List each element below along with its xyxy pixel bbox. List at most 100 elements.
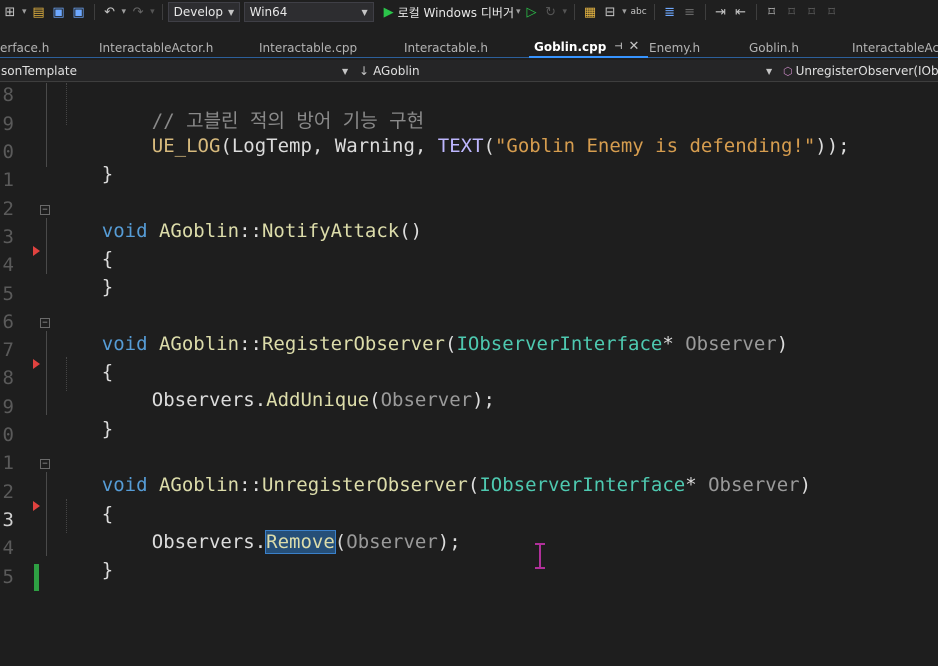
- undo-icon[interactable]: ↶: [101, 4, 119, 20]
- project-items-icon[interactable]: ⊞: [1, 4, 19, 20]
- tab-enemy-h[interactable]: Enemy.h: [648, 37, 749, 58]
- tab-goblin-h[interactable]: Goblin.h: [749, 37, 852, 58]
- code-function: RegisterObserver: [261, 333, 445, 355]
- tab-label: Goblin.cpp: [534, 39, 607, 54]
- code-token: ::: [239, 333, 262, 355]
- line-number: 5: [2, 566, 14, 588]
- code-type: IObserverInterface: [479, 474, 686, 496]
- toggle-comment-icon[interactable]: ≡: [681, 4, 699, 20]
- tab-interactable-actor-cpp[interactable]: InteractableAct: [852, 37, 938, 58]
- line-number: 6: [2, 311, 14, 333]
- code-token: (: [220, 135, 232, 157]
- code-token: );: [472, 389, 495, 411]
- project-dropdown[interactable]: sonTemplate: [0, 60, 350, 82]
- code-token: Observers.: [151, 389, 267, 411]
- selected-text[interactable]: Remove: [265, 530, 336, 554]
- text-cursor-icon: [535, 543, 545, 569]
- breakpoint-marker[interactable]: [33, 501, 40, 511]
- code-token: (: [467, 474, 480, 496]
- code-function: UnregisterObserver: [261, 474, 468, 496]
- tab-observer-interface-h[interactable]: erface.h: [0, 37, 97, 58]
- chevron-down-icon[interactable]: ▾: [563, 7, 568, 17]
- save-icon[interactable]: ▣: [50, 4, 68, 20]
- toolbar-divider: [161, 4, 163, 20]
- scope-name: AGoblin: [373, 64, 420, 78]
- start-without-debugging-icon[interactable]: ▷: [527, 5, 537, 20]
- prev-bookmark-icon[interactable]: ⌑: [783, 4, 801, 20]
- chevron-down-icon[interactable]: ▾: [516, 7, 521, 17]
- chevron-down-icon[interactable]: ▼: [342, 67, 348, 76]
- close-icon[interactable]: ✕: [629, 39, 640, 54]
- code-token: }: [101, 276, 114, 298]
- line-number: 1: [2, 169, 14, 191]
- line-number: 8: [2, 84, 14, 106]
- configuration-value: Develop: [173, 5, 223, 19]
- collapse-icon[interactable]: −: [40, 318, 50, 328]
- line-number: 1: [2, 452, 14, 474]
- line-number: 0: [2, 424, 14, 446]
- redo-icon[interactable]: ↷: [129, 4, 147, 20]
- code-function: NotifyAttack: [261, 220, 400, 242]
- collapse-icon[interactable]: −: [40, 205, 50, 215]
- method-icon: ⬡: [783, 64, 793, 78]
- scope-arrow-icon: ↓: [359, 64, 370, 78]
- format-document-icon[interactable]: ≣: [661, 4, 679, 20]
- chevron-down-icon[interactable]: ▾: [22, 7, 27, 17]
- tab-label: Interactable.cpp: [259, 40, 358, 55]
- chevron-down-icon[interactable]: ▾: [122, 7, 127, 17]
- chevron-down-icon[interactable]: ▼: [766, 67, 772, 76]
- tab-interactable-cpp[interactable]: Interactable.cpp: [258, 37, 401, 58]
- code-token: }: [101, 163, 114, 185]
- platform-select[interactable]: Win64 ▼: [243, 2, 374, 22]
- line-number: 0: [2, 141, 14, 163]
- code-editor[interactable]: 8 9 0 1 2 3 4 5 6 7 8 9 0 1 2 3 4 5 − − …: [0, 83, 938, 666]
- tab-label: Interactable.h: [404, 40, 488, 55]
- code-token: ): [799, 474, 812, 496]
- configuration-select[interactable]: Develop ▼: [167, 2, 240, 22]
- code-token: }: [101, 418, 114, 440]
- code-function: AddUnique: [266, 389, 370, 411]
- tab-label: Enemy.h: [649, 40, 701, 55]
- code-line: }: [56, 537, 113, 603]
- tab-interactable-h[interactable]: Interactable.h: [401, 37, 529, 58]
- clear-bookmarks-icon[interactable]: ⌑: [823, 4, 841, 20]
- indent-icon[interactable]: ⇥: [712, 4, 730, 20]
- save-all-icon[interactable]: ▣: [70, 4, 88, 20]
- start-debugging-button[interactable]: 로컬 Windows 디버거: [398, 4, 514, 21]
- breakpoint-marker[interactable]: [33, 246, 40, 256]
- chevron-down-icon[interactable]: ▾: [150, 7, 155, 17]
- scope-dropdown[interactable]: ↓ AGoblin: [359, 60, 769, 82]
- chevron-down-icon[interactable]: ▾: [622, 7, 627, 17]
- window-layout-icon[interactable]: ⊟: [601, 4, 619, 20]
- indent-guide: [66, 83, 67, 125]
- solution-explorer-icon[interactable]: ▦: [581, 4, 599, 20]
- code-token: ));: [815, 135, 850, 157]
- chevron-down-icon: ▼: [361, 7, 368, 17]
- pin-icon[interactable]: ⊣: [614, 42, 622, 52]
- code-token: AGoblin: [158, 220, 240, 242]
- line-number: 8: [2, 367, 14, 389]
- tab-interactable-actor-h[interactable]: InteractableActor.h: [97, 37, 258, 58]
- tab-label: InteractableActor.h: [99, 40, 214, 55]
- toolbar-divider: [755, 4, 757, 20]
- code-token: (: [444, 333, 457, 355]
- code-token: }: [101, 559, 114, 581]
- breakpoint-marker[interactable]: [33, 359, 40, 369]
- platform-value: Win64: [249, 5, 288, 19]
- next-bookmark-icon[interactable]: ⌑: [803, 4, 821, 20]
- collapse-icon[interactable]: −: [40, 459, 50, 469]
- bookmark-icon[interactable]: ⌑: [763, 4, 781, 20]
- code-type: IObserverInterface: [456, 333, 663, 355]
- line-number: 2: [2, 481, 14, 503]
- start-debugging-icon[interactable]: ▶: [384, 5, 394, 20]
- hot-reload-icon[interactable]: ↻: [542, 4, 560, 20]
- outdent-icon[interactable]: ⇤: [732, 4, 750, 20]
- open-folder-icon[interactable]: ▤: [30, 4, 48, 20]
- member-dropdown[interactable]: ⬡ UnregisterObserver(IObs: [783, 60, 938, 82]
- code-token: *: [662, 333, 686, 355]
- code-token: LogTemp, Warning,: [231, 135, 438, 157]
- line-number: 5: [2, 283, 14, 305]
- tab-goblin-cpp[interactable]: Goblin.cpp ⊣ ✕: [529, 37, 648, 58]
- code-line-current: Observers.Remove(Observer);: [106, 509, 461, 575]
- spell-check-icon[interactable]: abc: [630, 4, 648, 20]
